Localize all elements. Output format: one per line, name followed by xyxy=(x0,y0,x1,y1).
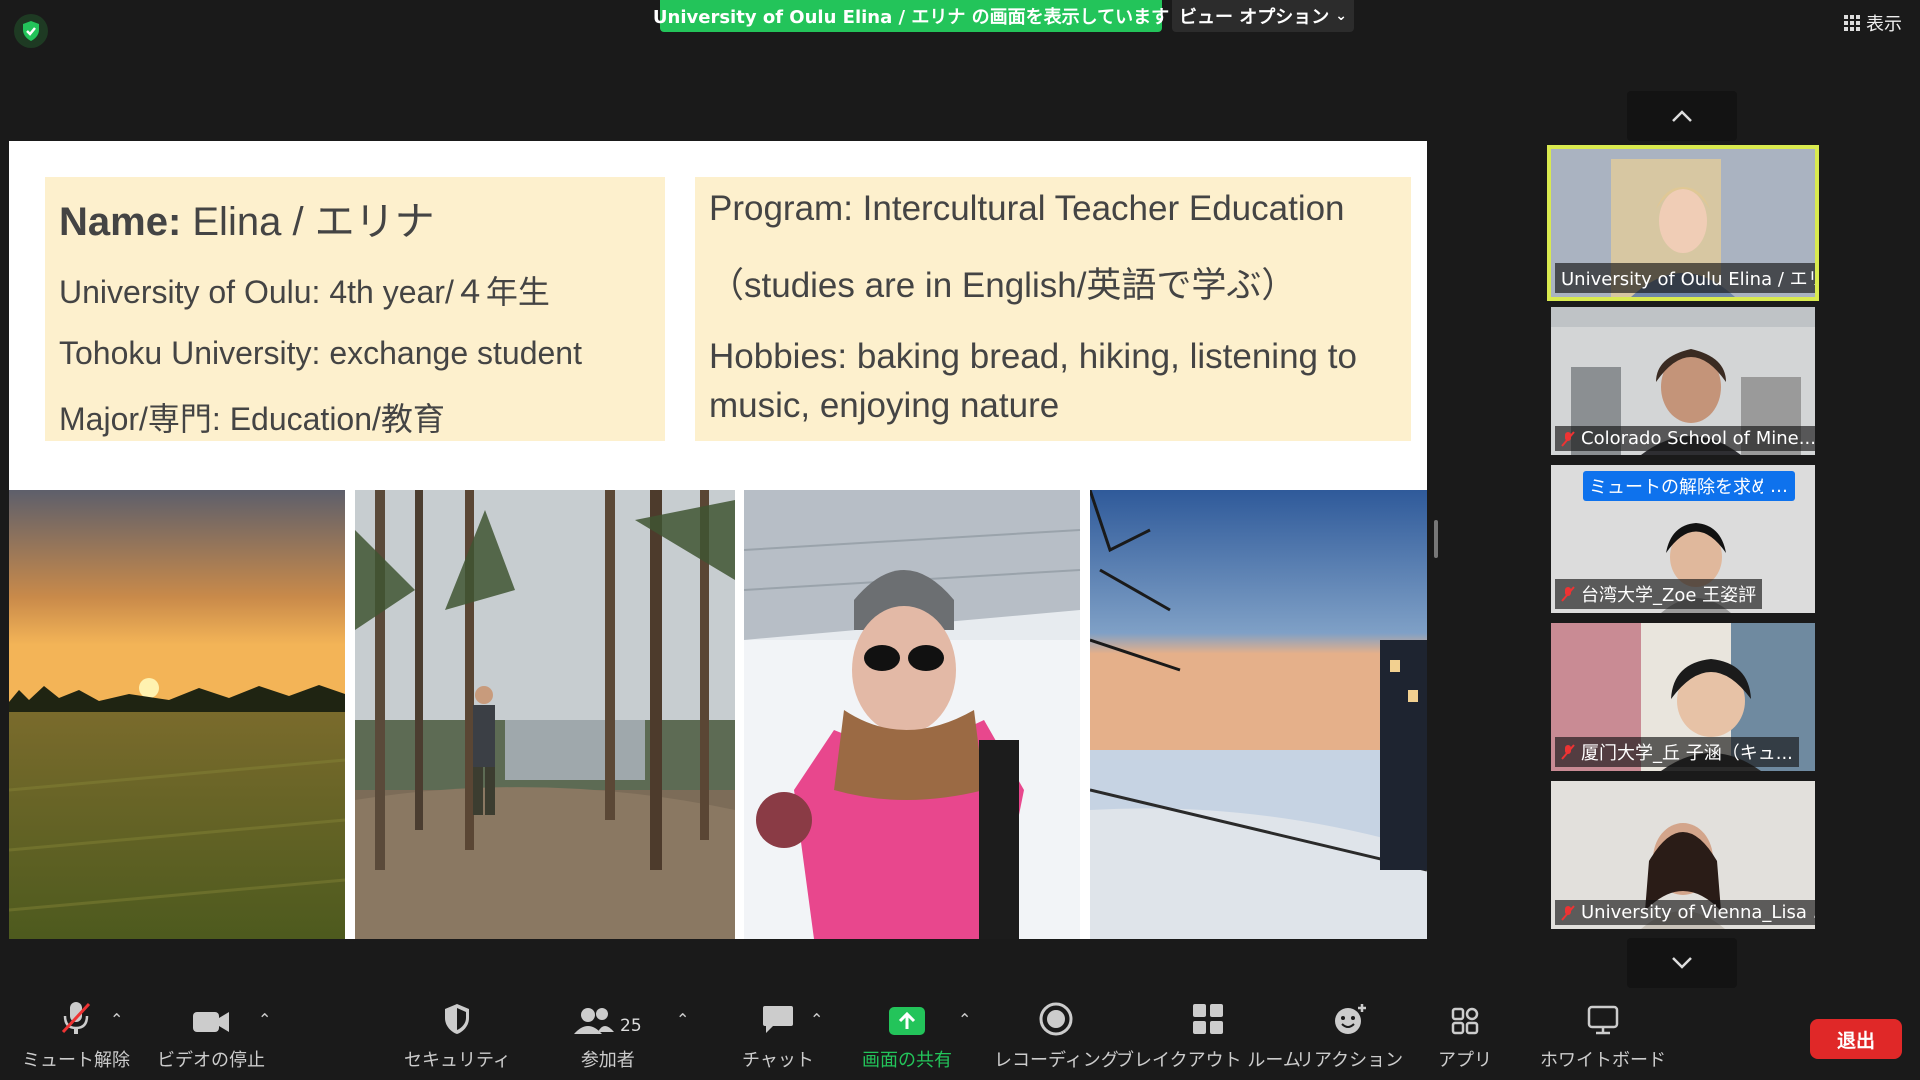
apps-button[interactable]: アプリ xyxy=(1438,1000,1492,1072)
participant-name: Colorado School of Mine... xyxy=(1555,426,1815,451)
photo-sunset-field xyxy=(9,490,345,939)
reactions-button[interactable]: リアクション xyxy=(1296,1000,1403,1072)
reaction-smiley-icon xyxy=(1332,1000,1368,1036)
unmute-label: ミュート解除 xyxy=(22,1050,130,1071)
photo-strip xyxy=(9,490,1427,939)
participant-tile[interactable]: Colorado School of Mine... xyxy=(1551,307,1815,455)
university-line: University of Oulu: 4th year/４年生 xyxy=(59,274,550,310)
meeting-toolbar: ミュート解除 ⌃ ビデオの停止 ⌃ セキュリティ 25 参加者 ⌃ チャット ⌃… xyxy=(0,990,1920,1080)
mic-muted-icon xyxy=(59,1000,93,1036)
view-options-label: ビュー オプション xyxy=(1178,7,1330,28)
whiteboard-icon xyxy=(1586,1000,1620,1036)
participant-tile[interactable]: 厦门大学_丘 子涵（キュ... xyxy=(1551,623,1815,771)
name-label: Name: xyxy=(59,200,182,244)
whiteboard-label: ホワイトボード xyxy=(1540,1050,1666,1071)
view-options-button[interactable]: ビュー オプション ⌄ xyxy=(1172,0,1354,32)
chat-options-caret[interactable]: ⌃ xyxy=(810,1010,823,1029)
exchange-line: Tohoku University: exchange student xyxy=(59,335,582,371)
security-label: セキュリティ xyxy=(404,1050,511,1071)
share-options-caret[interactable]: ⌃ xyxy=(958,1010,971,1029)
program-line: Program: Intercultural Teacher Education xyxy=(709,189,1345,228)
scroll-up-button[interactable] xyxy=(1627,91,1737,141)
breakout-rooms-button[interactable]: ブレイクアウト ルーム xyxy=(1116,1000,1301,1072)
record-label: レコーディング xyxy=(994,1050,1119,1071)
ask-to-unmute-button[interactable]: ミュートの解除を求める xyxy=(1583,471,1793,501)
participant-name: 台湾大学_Zoe 王姿評 xyxy=(1555,579,1763,609)
chevron-up-icon xyxy=(1672,110,1692,122)
security-button[interactable]: セキュリティ xyxy=(404,1000,511,1072)
participant-name-text: Colorado School of Mine... xyxy=(1581,428,1815,449)
chevron-down-icon xyxy=(1672,957,1692,969)
participant-name-text: University of Vienna_Lisa ... xyxy=(1581,902,1815,923)
stop-video-label: ビデオの停止 xyxy=(157,1050,265,1071)
record-icon xyxy=(1039,1000,1073,1036)
participant-name: 厦门大学_丘 子涵（キュ... xyxy=(1555,737,1799,767)
screen-share-banner: University of Oulu Elina / エリナ の画面を表示してい… xyxy=(653,0,1169,32)
participant-tile[interactable]: University of Oulu Elina / エリ... xyxy=(1547,145,1819,301)
security-status-icon[interactable] xyxy=(14,14,48,48)
participant-name-text: 厦门大学_丘 子涵（キュ... xyxy=(1581,743,1793,764)
audio-options-caret[interactable]: ⌃ xyxy=(110,1010,123,1029)
chevron-down-icon: ⌄ xyxy=(1335,8,1347,24)
leave-meeting-button[interactable]: 退出 xyxy=(1810,1019,1902,1059)
participant-name: University of Vienna_Lisa ... xyxy=(1555,900,1815,925)
participants-options-caret[interactable]: ⌃ xyxy=(676,1010,689,1029)
name-line: Name: Elina / エリナ xyxy=(59,189,651,247)
apps-label: アプリ xyxy=(1438,1050,1492,1071)
breakout-rooms-label: ブレイクアウト ルーム xyxy=(1116,1050,1301,1071)
participant-name-text: University of Oulu Elina / エリ... xyxy=(1561,269,1815,290)
record-button[interactable]: レコーディング xyxy=(994,1000,1119,1072)
more-options-button[interactable]: … xyxy=(1763,471,1795,501)
participant-count: 25 xyxy=(620,1016,642,1036)
major-line: Major/専門: Education/教育 xyxy=(59,401,445,437)
photo-winter-selfie xyxy=(744,490,1080,939)
chat-label: チャット xyxy=(742,1050,814,1071)
panel-resize-handle[interactable] xyxy=(1434,520,1438,558)
stop-video-button[interactable]: ビデオの停止 xyxy=(157,1000,265,1072)
breakout-rooms-icon xyxy=(1191,1000,1225,1036)
share-screen-button[interactable]: 画面の共有 xyxy=(862,1000,952,1072)
reactions-label: リアクション xyxy=(1296,1050,1404,1071)
participants-icon: 25 xyxy=(574,1000,642,1036)
name-value: Elina / エリナ xyxy=(181,200,435,244)
display-label: 表示 xyxy=(1866,14,1902,35)
video-camera-icon xyxy=(191,1000,231,1036)
grid-icon xyxy=(1844,15,1860,31)
share-screen-icon xyxy=(888,1000,926,1036)
mic-muted-icon xyxy=(1561,430,1575,447)
profile-info-box: Name: Elina / エリナ University of Oulu: 4t… xyxy=(45,177,665,441)
participants-label: 参加者 xyxy=(580,1050,635,1071)
participant-tile[interactable]: University of Vienna_Lisa ... xyxy=(1551,781,1815,929)
studies-line: （studies are in English/英語で学ぶ） xyxy=(709,266,1297,305)
shared-screen-slide: Name: Elina / エリナ University of Oulu: 4t… xyxy=(9,141,1427,939)
display-layout-button[interactable]: 表示 xyxy=(1844,10,1902,36)
participant-name-text: 台湾大学_Zoe 王姿評 xyxy=(1581,585,1757,606)
mic-muted-icon xyxy=(1561,586,1575,602)
apps-icon xyxy=(1450,1000,1480,1036)
chat-button[interactable]: チャット xyxy=(742,1000,814,1072)
whiteboard-button[interactable]: ホワイトボード xyxy=(1540,1000,1666,1072)
participant-name: University of Oulu Elina / エリ... xyxy=(1555,263,1815,293)
photo-forest-lake xyxy=(355,490,735,939)
participants-button[interactable]: 25 参加者 xyxy=(574,1000,642,1072)
mic-muted-icon xyxy=(1561,744,1575,760)
hobbies-line: Hobbies: baking bread, hiking, listening… xyxy=(709,337,1357,425)
shield-icon xyxy=(442,1000,472,1036)
photo-frozen-waterfront xyxy=(1090,490,1427,939)
scroll-down-button[interactable] xyxy=(1627,938,1737,988)
share-screen-label: 画面の共有 xyxy=(862,1050,952,1071)
chat-icon xyxy=(761,1000,795,1036)
mic-muted-icon xyxy=(1561,904,1575,921)
video-options-caret[interactable]: ⌃ xyxy=(258,1010,271,1029)
program-info-box: Program: Intercultural Teacher Education… xyxy=(695,177,1411,441)
participant-tile[interactable]: ミュートの解除を求める … 台湾大学_Zoe 王姿評 xyxy=(1551,465,1815,613)
